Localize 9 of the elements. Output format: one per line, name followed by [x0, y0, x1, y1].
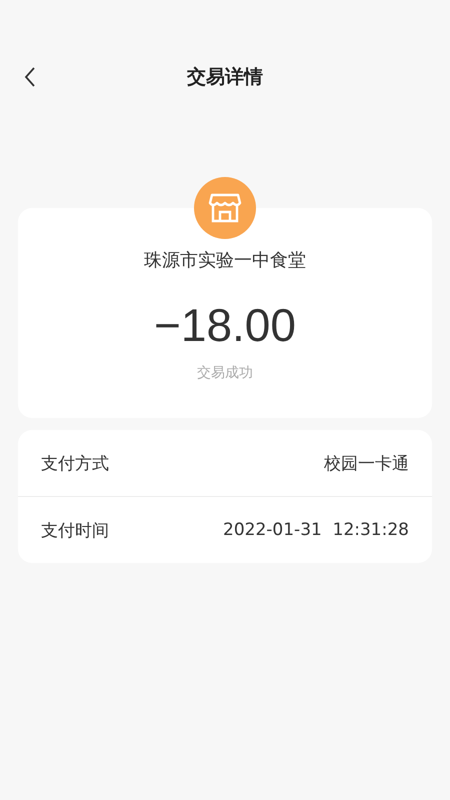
- detail-label: 支付方式: [41, 452, 109, 474]
- amount: −18.00: [154, 298, 296, 352]
- detail-value: 校园一卡通: [324, 452, 409, 474]
- page-title: 交易详情: [187, 65, 263, 90]
- detail-value: 2022-01-31 12:31:28: [223, 520, 409, 540]
- transaction-status: 交易成功: [197, 364, 253, 382]
- detail-label: 支付时间: [41, 520, 109, 542]
- merchant-name: 珠源市实验一中食堂: [144, 249, 306, 272]
- back-icon: [24, 67, 36, 87]
